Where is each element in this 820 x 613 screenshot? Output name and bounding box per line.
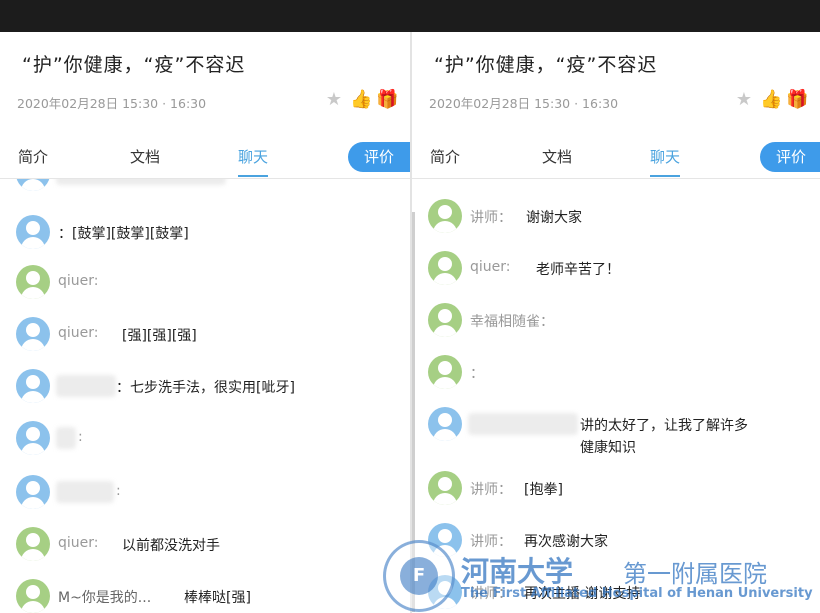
message-text: 谢谢大家	[526, 210, 582, 226]
avatar	[428, 303, 462, 337]
hospital-logo-icon: F	[383, 540, 455, 612]
gift-icon[interactable]: 🎁	[786, 90, 808, 110]
chat-message: 幸福相随雀：	[428, 303, 818, 343]
left-panel: “护”你健康，“疫”不容迟 2020年02月28日 15:30 · 16:30 …	[0, 32, 410, 613]
avatar	[16, 215, 50, 249]
avatar	[16, 475, 50, 509]
blurred-name	[56, 481, 114, 503]
message-text: 老师辛苦了！	[536, 262, 620, 278]
sender-name: 讲师：	[470, 210, 512, 226]
avatar	[16, 179, 50, 191]
blurred-name	[56, 179, 226, 185]
watermark-english: The First Affiliated Hospital of Henan U…	[461, 586, 813, 601]
avatar	[16, 527, 50, 561]
avatar	[428, 355, 462, 389]
tab-docs[interactable]: 文档	[542, 146, 572, 167]
chat-message: M~你是我的... 棒棒哒[强]	[16, 579, 406, 613]
page-title: “护”你健康，“疫”不容迟	[434, 54, 658, 76]
chat-message: 讲师： 谢谢大家	[428, 199, 818, 239]
avatar	[428, 407, 462, 441]
chat-message: :	[16, 421, 406, 461]
chat-message: ：	[428, 355, 818, 395]
chat-message: ：[鼓掌][鼓掌][鼓掌]	[16, 215, 406, 255]
action-icons: ★ 👍 🎁	[324, 90, 399, 110]
chat-message: qiuer:	[16, 265, 406, 305]
right-panel: “护”你健康，“疫”不容迟 2020年02月28日 15:30 · 16:30 …	[410, 32, 820, 613]
message-text: 以前都没洗对手	[122, 538, 220, 554]
sender-name: M~你是我的...	[58, 590, 152, 606]
message-text: 讲的太好了，让我了解许多	[580, 418, 748, 434]
evaluate-button[interactable]: 评价	[760, 142, 820, 172]
message-text: 棒棒哒[强]	[184, 590, 251, 606]
event-time: 2020年02月28日 15:30 · 16:30	[17, 96, 207, 111]
sender-name: 幸福相随雀：	[470, 314, 554, 330]
chat-message: 讲师： [抱拳]	[428, 471, 818, 511]
evaluate-button[interactable]: 评价	[348, 142, 410, 172]
tab-intro[interactable]: 简介	[430, 146, 460, 167]
sender-name: qiuer:	[58, 273, 99, 289]
blurred-name	[56, 427, 76, 449]
sender-name: qiuer:	[58, 325, 99, 341]
avatar	[16, 317, 50, 351]
hospital-watermark: F 河南大学 第一附属医院 The First Affiliated Hospi…	[383, 540, 820, 613]
message-text: ：[鼓掌][鼓掌][鼓掌]	[58, 226, 189, 242]
chat-message: qiuer: 老师辛苦了！	[428, 251, 818, 291]
chat-list[interactable]: ：[鼓掌][鼓掌][鼓掌] qiuer: qiuer: [强][强][强] ：七…	[0, 179, 410, 613]
tab-bar: 简介 文档 聊天 评价	[0, 142, 410, 180]
message-text-line2: 健康知识	[580, 440, 636, 456]
chat-message: :	[16, 475, 406, 515]
message-text: [强][强][强]	[122, 328, 197, 344]
blurred-name	[468, 413, 578, 435]
gift-icon[interactable]: 🎁	[376, 90, 398, 110]
avatar	[428, 471, 462, 505]
star-icon[interactable]: ★	[324, 90, 344, 110]
tab-bar: 简介 文档 聊天 评价	[412, 142, 820, 180]
chat-message: ：七步洗手法，很实用[呲牙]	[16, 369, 406, 409]
message-text: [抱拳]	[524, 482, 563, 498]
chat-message: qiuer: 以前都没洗对手	[16, 527, 406, 567]
sender-name: qiuer:	[470, 259, 511, 275]
sender-name: :	[78, 429, 83, 445]
avatar	[428, 251, 462, 285]
avatar	[16, 421, 50, 455]
tab-chat[interactable]: 聊天	[650, 146, 681, 177]
sender-name: ：	[470, 366, 484, 382]
avatar	[16, 579, 50, 613]
star-icon[interactable]: ★	[734, 90, 754, 110]
event-time: 2020年02月28日 15:30 · 16:30	[429, 96, 619, 111]
avatar	[16, 265, 50, 299]
sender-name: 讲师：	[470, 482, 512, 498]
thumbs-up-icon[interactable]: 👍	[350, 90, 372, 110]
chat-message: qiuer: [强][强][强]	[16, 317, 406, 357]
watermark-name: 河南大学	[461, 555, 574, 588]
blurred-name	[56, 375, 116, 397]
chat-message: 讲的太好了，让我了解许多 健康知识	[428, 407, 818, 459]
action-icons: ★ 👍 🎁	[734, 90, 809, 110]
thumbs-up-icon[interactable]: 👍	[760, 90, 782, 110]
message-text: ：七步洗手法，很实用[呲牙]	[116, 380, 295, 396]
avatar	[428, 199, 462, 233]
page-title: “护”你健康，“疫”不容迟	[22, 54, 246, 76]
avatar	[16, 369, 50, 403]
tab-intro[interactable]: 简介	[18, 146, 48, 167]
chat-message	[16, 179, 406, 197]
sender-name: :	[116, 483, 121, 499]
tab-chat[interactable]: 聊天	[238, 146, 269, 177]
watermark-name2: 第一附属医院	[623, 560, 767, 588]
tab-docs[interactable]: 文档	[130, 146, 160, 167]
sender-name: qiuer:	[58, 535, 99, 551]
top-status-bar	[0, 0, 820, 32]
